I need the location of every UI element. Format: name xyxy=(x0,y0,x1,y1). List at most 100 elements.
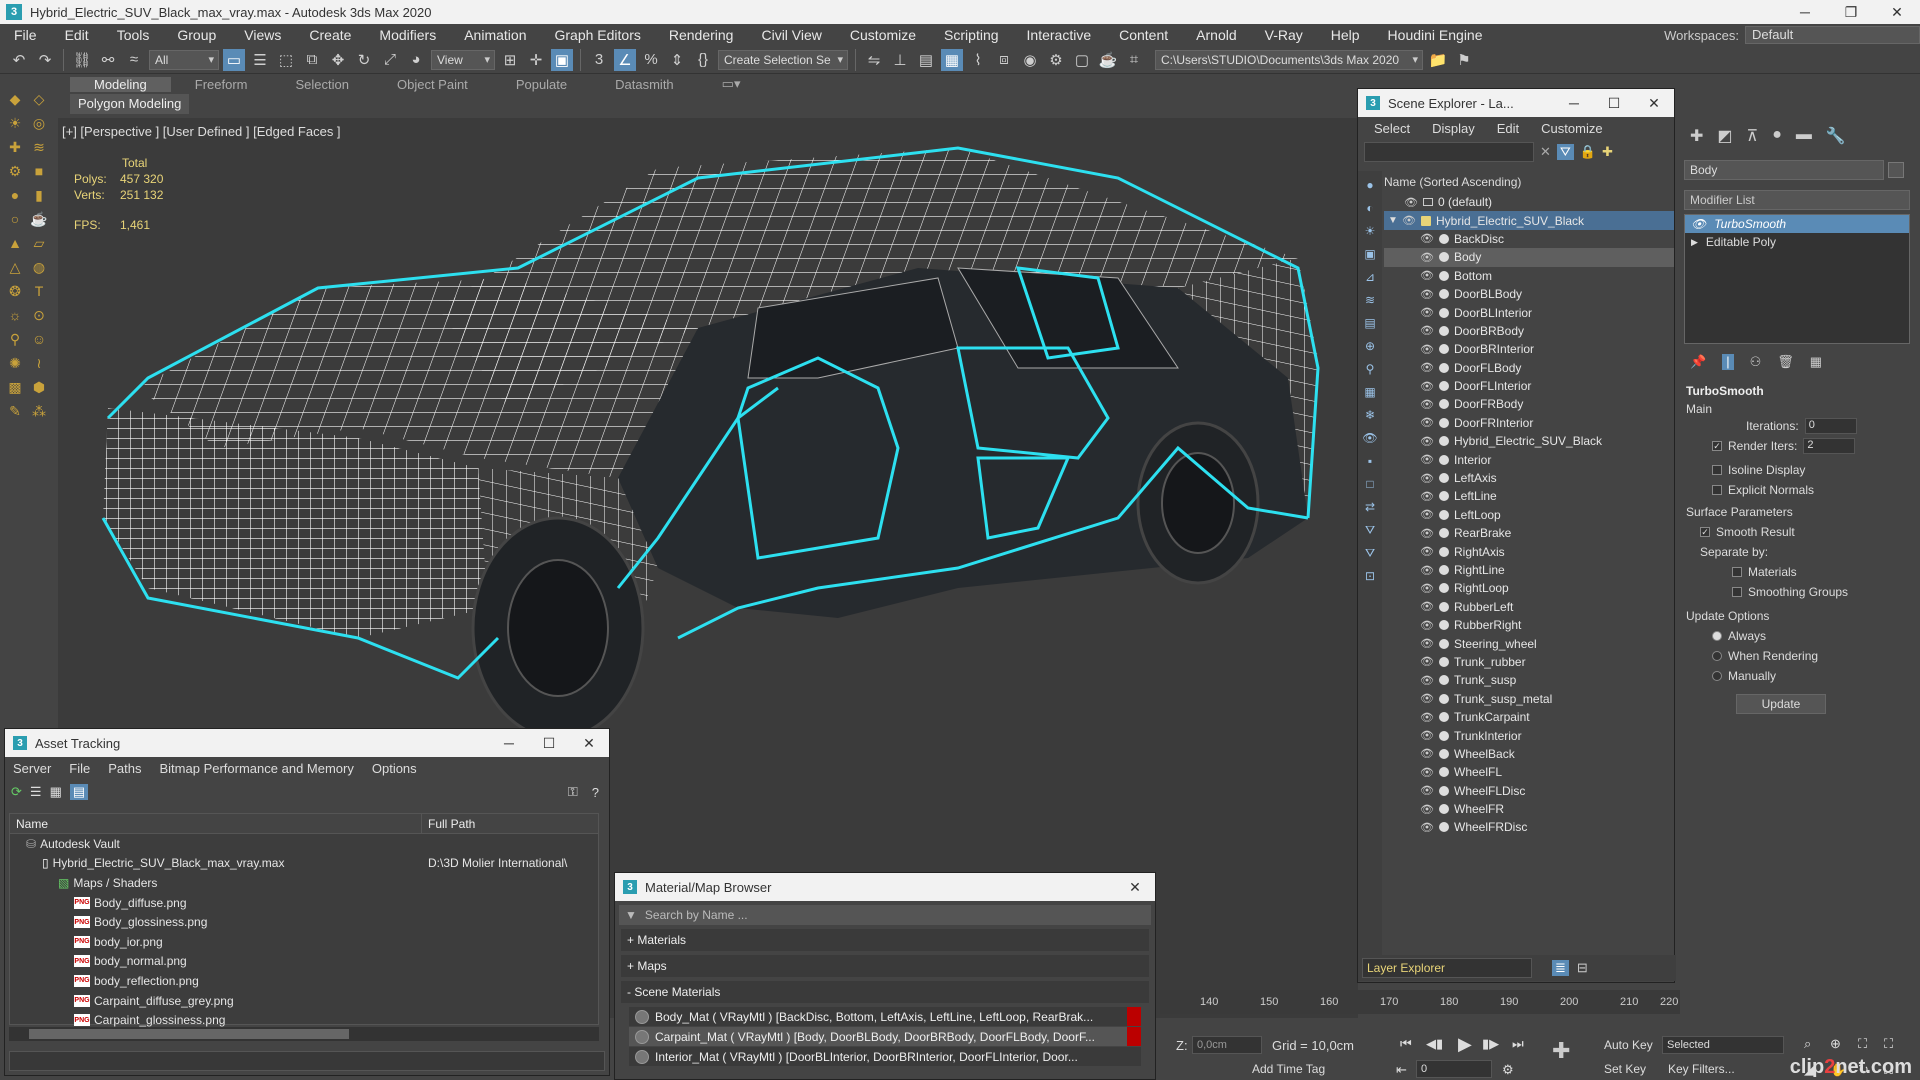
refresh-icon[interactable]: ⟳ xyxy=(11,784,22,800)
scene-object-row[interactable]: 👁 DoorBLInterior xyxy=(1384,303,1674,321)
display-bones-icon[interactable]: ⚲ xyxy=(1361,360,1379,378)
eye-icon[interactable]: 👁 xyxy=(1420,508,1434,521)
spinner-snap-icon[interactable]: ⇕ xyxy=(666,49,688,71)
asset-tracking-titlebar[interactable]: 3 Asset Tracking ─ ☐ ✕ xyxy=(5,729,609,757)
asset-row[interactable]: PNG body_reflection.png xyxy=(10,971,598,991)
scene-object-row[interactable]: 👁 TrunkCarpaint xyxy=(1384,708,1674,726)
toggle-layer-explorer-icon[interactable]: ▦ xyxy=(941,48,963,71)
eye-icon[interactable]: 👁 xyxy=(1420,527,1434,540)
object-name-field[interactable]: Body xyxy=(1684,160,1884,180)
eye-icon[interactable]: 👁 xyxy=(1420,398,1434,411)
scene-object-row[interactable]: 👁 TrunkInterior xyxy=(1384,726,1674,744)
scatter-tool-icon[interactable]: ⁂ xyxy=(28,400,50,422)
display-spacewarps-icon[interactable]: ≋ xyxy=(1361,291,1379,309)
menu-file[interactable]: File xyxy=(0,27,51,43)
eye-icon[interactable]: 👁 xyxy=(1420,784,1434,797)
camera-tool-icon[interactable]: ◎ xyxy=(28,112,50,134)
eye-icon[interactable]: 👁 xyxy=(1420,361,1434,374)
menu-group[interactable]: Group xyxy=(163,27,230,43)
display-shapes-icon[interactable]: ◐ xyxy=(1361,199,1379,217)
auto-key-button[interactable]: Auto Key xyxy=(1604,1038,1653,1052)
explorer-type-dropdown[interactable]: Layer Explorer xyxy=(1362,958,1532,978)
z-coordinate-field[interactable]: 0,0cm xyxy=(1192,1036,1262,1054)
display-lights-icon[interactable]: ☀ xyxy=(1361,222,1379,240)
scene-object-row[interactable]: 👁 WheelFLDisc xyxy=(1384,782,1674,800)
ribbon-options-icon[interactable]: ▭▾ xyxy=(698,76,765,92)
eye-icon[interactable]: 👁 xyxy=(1420,435,1434,448)
clear-search-icon[interactable]: ✕ xyxy=(1540,144,1551,160)
modifier-list-dropdown[interactable]: Modifier List xyxy=(1684,190,1910,210)
biped-tool-icon[interactable]: ☺ xyxy=(28,328,50,350)
remove-modifier-icon[interactable]: 🗑 xyxy=(1777,354,1794,370)
shape-tool-icon[interactable]: ◇ xyxy=(28,88,50,110)
tube-tool-icon[interactable]: ◍ xyxy=(28,256,50,278)
sphere-tool-icon[interactable]: ● xyxy=(4,184,26,206)
display-all-icon[interactable]: ▪ xyxy=(1361,452,1379,470)
next-frame-icon[interactable]: ▮▶ xyxy=(1482,1036,1499,1052)
asset-row[interactable]: PNG Carpaint_diffuse_grey.png xyxy=(10,991,598,1011)
eye-icon[interactable]: 👁 xyxy=(1420,600,1434,613)
se-menu-select[interactable]: Select xyxy=(1374,121,1410,136)
eye-icon[interactable]: 👁 xyxy=(1420,490,1434,503)
manually-radio[interactable] xyxy=(1712,671,1722,681)
pin-stack-icon[interactable]: 📌 xyxy=(1690,354,1706,370)
hierarchy-toggle-icon[interactable]: ⊟ xyxy=(1577,960,1588,976)
sun-tool-icon[interactable]: ☼ xyxy=(4,304,26,326)
scene-object-row[interactable]: 👁 DoorBRBody xyxy=(1384,322,1674,340)
goto-start-icon[interactable]: ⏮ xyxy=(1400,1036,1412,1052)
system-tool-icon[interactable]: ⚙ xyxy=(4,160,26,182)
render-iters-spinner[interactable]: 2 xyxy=(1803,438,1856,454)
menu-scripting[interactable]: Scripting xyxy=(930,27,1012,43)
render-production-icon[interactable]: ☕ xyxy=(1097,49,1119,71)
layer-row-suv[interactable]: ▼ 👁 Hybrid_Electric_SUV_Black xyxy=(1384,211,1674,230)
window-crossing-icon[interactable]: ⧉ xyxy=(301,49,323,71)
box-tool-icon[interactable]: ■ xyxy=(28,160,50,182)
scene-object-row[interactable]: 👁 DoorBLBody xyxy=(1384,285,1674,303)
se-search-input[interactable] xyxy=(1364,142,1534,162)
smooth-result-checkbox[interactable]: ✓ xyxy=(1700,527,1710,537)
at-menu-options[interactable]: Options xyxy=(372,761,417,776)
se-menu-display[interactable]: Display xyxy=(1432,121,1475,136)
bind-space-warp-icon[interactable]: ≈ xyxy=(123,49,145,71)
key-mode-icon[interactable]: ⇤ xyxy=(1396,1062,1407,1078)
eye-icon[interactable]: 👁 xyxy=(1420,343,1434,356)
search-options-icon[interactable]: ▼ xyxy=(625,908,637,922)
maximize-button[interactable]: ☐ xyxy=(1594,89,1634,117)
tab-modeling[interactable]: Modeling xyxy=(70,76,171,92)
stack-item-editable-poly[interactable]: ▶ Editable Poly xyxy=(1685,233,1909,251)
filter-icon[interactable]: ⛛ xyxy=(1556,144,1574,160)
create-tab-icon[interactable]: ✚ xyxy=(1690,126,1703,146)
utilities-tab-icon[interactable]: 🔧 xyxy=(1826,126,1846,146)
unlink-icon[interactable]: ⚯ xyxy=(97,49,119,71)
menu-vray[interactable]: V-Ray xyxy=(1251,27,1317,43)
show-end-result-icon[interactable]: | xyxy=(1722,354,1734,370)
workspace-dropdown[interactable]: Default xyxy=(1745,26,1920,44)
scene-object-row[interactable]: 👁 RubberLeft xyxy=(1384,598,1674,616)
display-hidden-icon[interactable]: 👁 xyxy=(1361,429,1379,447)
thumbnail-view-icon[interactable]: ▦ xyxy=(50,784,62,800)
list-view-icon[interactable]: ☰ xyxy=(30,784,42,800)
edit-named-selection-icon[interactable]: {} xyxy=(692,49,714,71)
eye-icon[interactable]: 👁 xyxy=(1420,564,1434,577)
link-icon[interactable]: ⛓ xyxy=(71,49,93,71)
hierarchy-tab-icon[interactable]: ⊼ xyxy=(1747,126,1759,146)
set-key-button[interactable]: Set Key xyxy=(1604,1062,1646,1076)
bone-tool-icon[interactable]: ⚲ xyxy=(4,328,26,350)
tab-object-paint[interactable]: Object Paint xyxy=(373,77,492,92)
scene-object-row[interactable]: 👁 Interior xyxy=(1384,450,1674,468)
col-name-header[interactable]: Name xyxy=(10,814,422,833)
display-tab-icon[interactable]: ▬ xyxy=(1796,126,1812,146)
selection-filter-dropdown[interactable]: All xyxy=(149,49,219,70)
eye-icon[interactable]: 👁 xyxy=(1404,196,1418,209)
undo-icon[interactable]: ↶ xyxy=(8,49,30,71)
minimize-button[interactable]: ─ xyxy=(489,729,529,757)
expand-arrow-icon[interactable]: ▶ xyxy=(1691,237,1698,248)
display-invert-icon[interactable]: ⇄ xyxy=(1361,498,1379,516)
isoline-checkbox[interactable] xyxy=(1712,465,1722,475)
add-time-tag[interactable]: Add Time Tag xyxy=(1252,1062,1325,1076)
at-menu-paths[interactable]: Paths xyxy=(108,761,141,776)
lock-icon[interactable]: 🔒 xyxy=(1580,144,1596,160)
explicit-normals-checkbox[interactable] xyxy=(1712,485,1722,495)
eye-icon[interactable]: 👁 xyxy=(1420,232,1434,245)
tab-selection[interactable]: Selection xyxy=(272,77,373,92)
